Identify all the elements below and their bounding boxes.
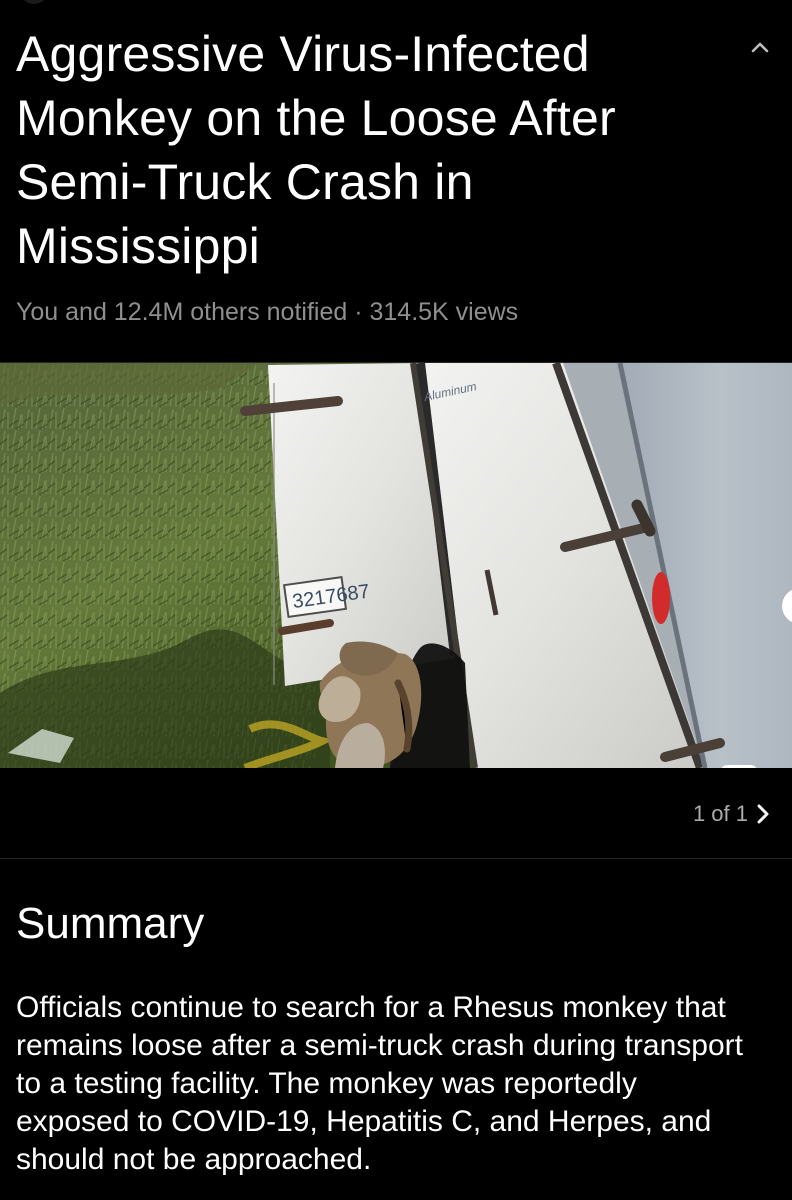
notification-view-count: You and 12.4M others notified · 314.5K v…	[16, 298, 519, 326]
image-icon[interactable]	[721, 765, 757, 768]
summary-heading: Summary	[16, 899, 205, 948]
chevron-up-icon	[751, 42, 769, 53]
article-title: Aggressive Virus-Infected Monkey on the …	[16, 26, 616, 274]
monkey-truck-photo: 3217687 Aluminum	[0, 363, 792, 768]
collapse-button[interactable]	[742, 30, 778, 66]
pager-count: 1 of 1	[692, 801, 748, 826]
chevron-right-icon[interactable]	[754, 803, 772, 825]
article-header: Aggressive Virus-Infected Monkey on the …	[0, 0, 792, 362]
bottom-divider	[0, 858, 792, 859]
summary-text: Officials continue to search for a Rhesu…	[16, 991, 743, 1176]
article-photo[interactable]: 3217687 Aluminum	[0, 363, 792, 768]
image-pager[interactable]: 1 of 1	[660, 796, 772, 832]
